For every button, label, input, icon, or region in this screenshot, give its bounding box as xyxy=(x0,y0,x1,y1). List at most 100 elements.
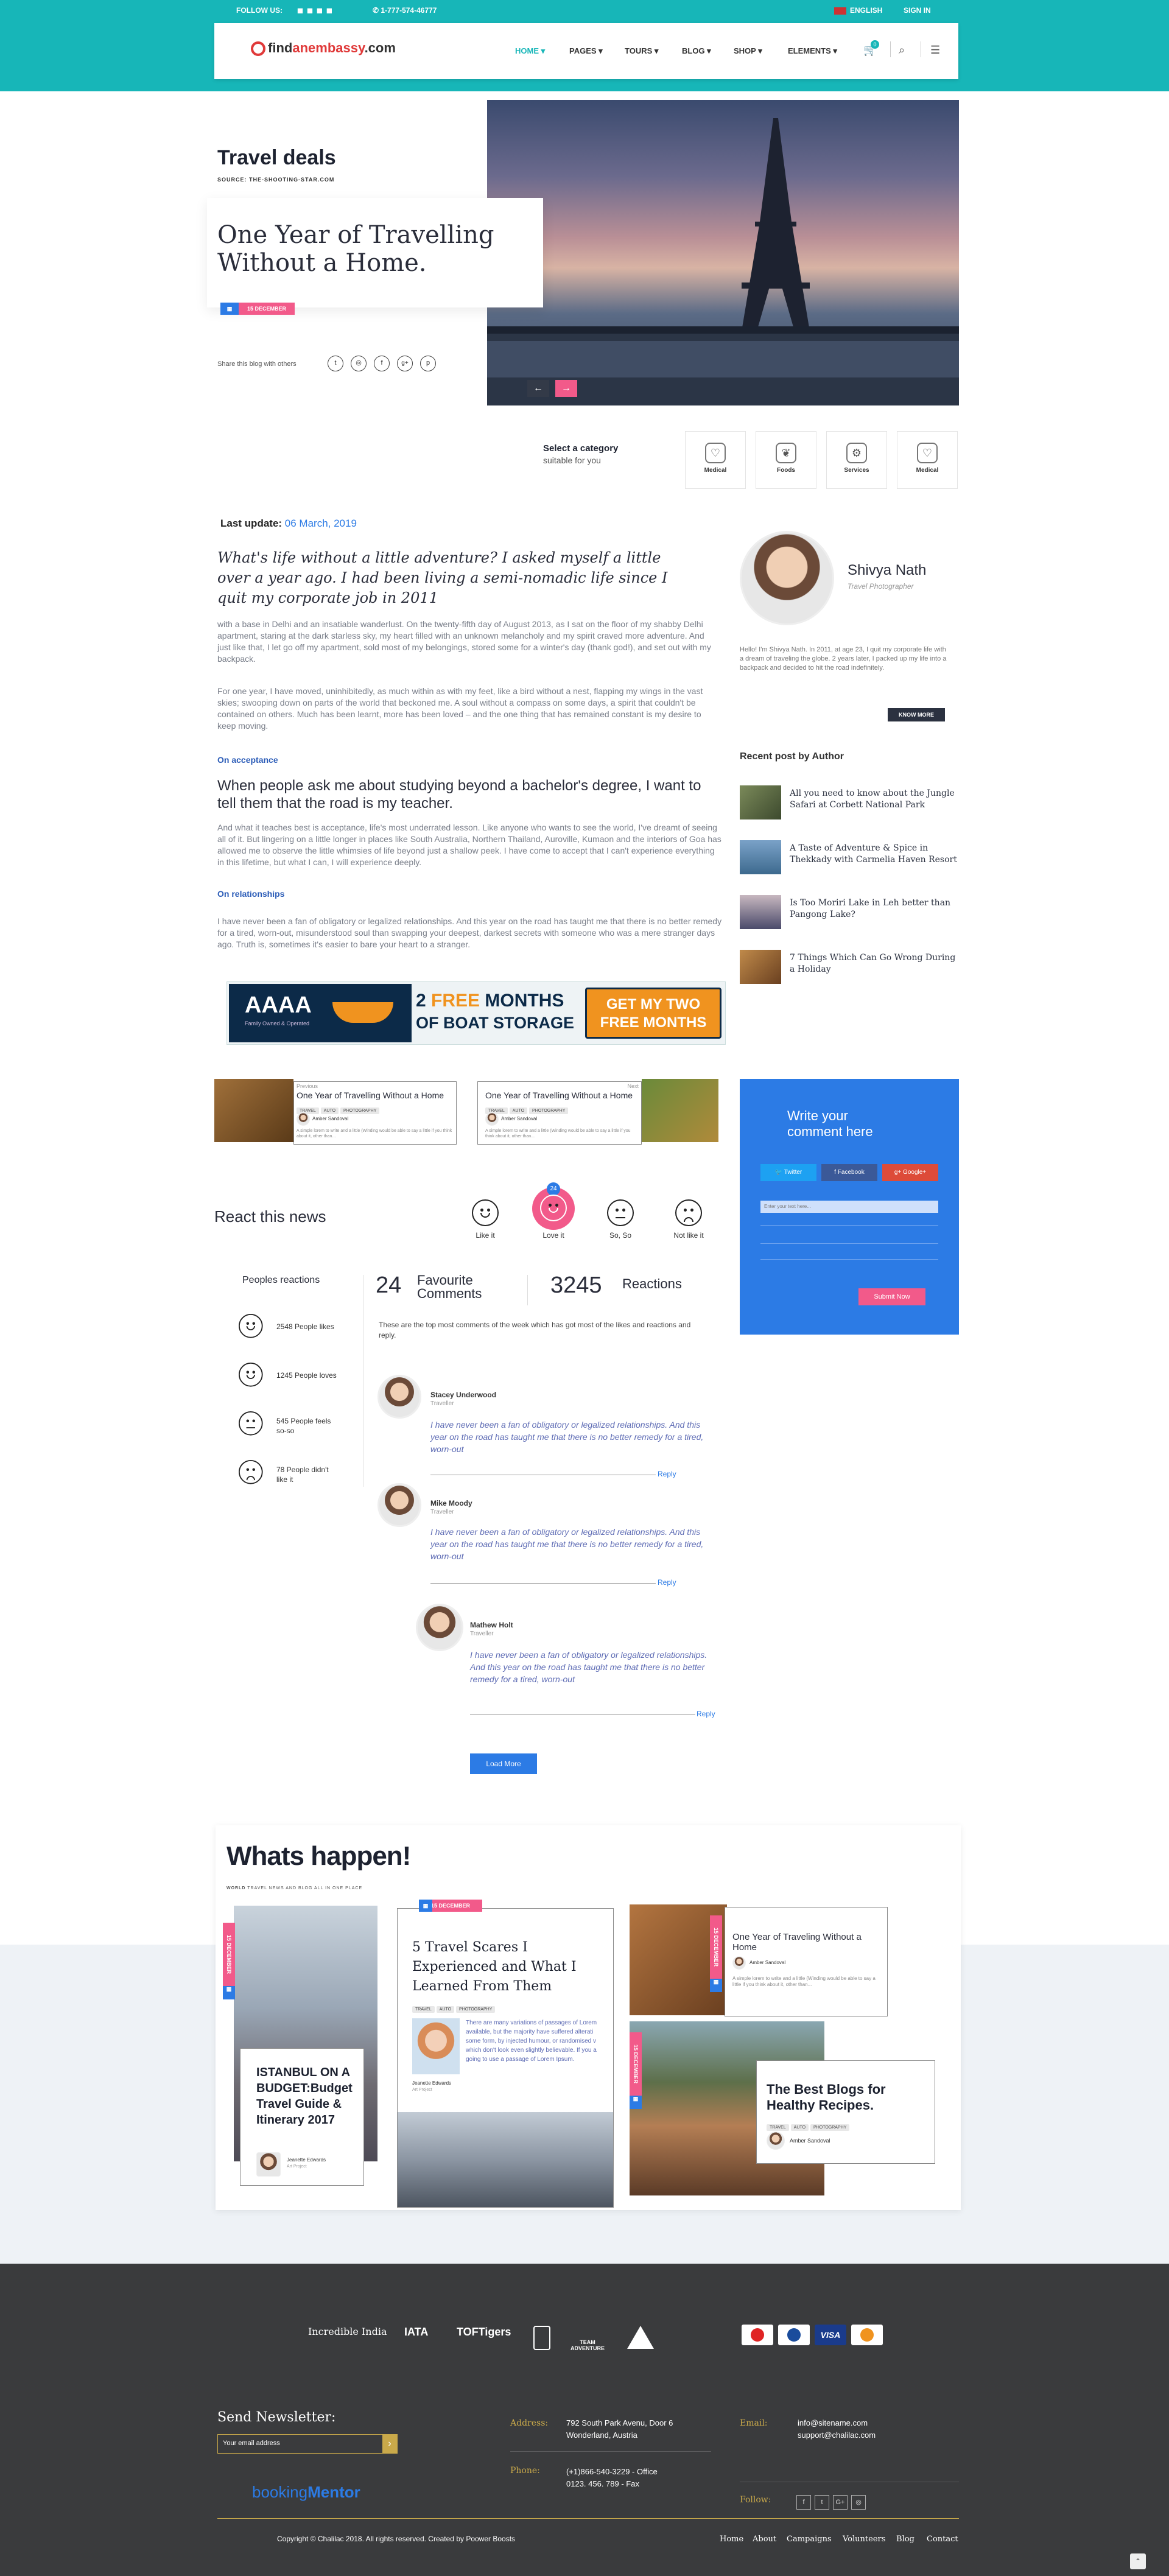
partner-logo-team-adventure[interactable]: TEAM ADVENTURE xyxy=(566,2339,609,2351)
load-more-button[interactable]: Load More xyxy=(470,1753,537,1774)
recent-post-thumb xyxy=(740,895,781,929)
pinterest-icon[interactable]: p xyxy=(420,356,436,371)
language-selector[interactable]: ENGLISH xyxy=(850,6,882,15)
instagram-icon[interactable]: ◎ xyxy=(851,2495,866,2510)
facebook-icon[interactable]: f xyxy=(374,356,390,371)
card-title: 5 Travel Scares I Experienced and What I… xyxy=(412,1940,577,1994)
phone-text[interactable]: ✆ 1-777-574-46777 xyxy=(373,6,437,15)
dribbble-icon[interactable]: ◎ xyxy=(351,356,367,371)
card-author-avatar xyxy=(256,2152,281,2177)
cart-icon[interactable]: 🛒 0 xyxy=(863,40,879,57)
react-not-like[interactable]: Not like it xyxy=(661,1199,716,1240)
ad-line-2: OF BOAT STORAGE xyxy=(416,1014,575,1032)
comment-divider xyxy=(430,1583,656,1584)
recent-post-2[interactable]: A Taste of Adventure & Spice in Thekkady… xyxy=(740,840,959,877)
twitter-icon[interactable]: t xyxy=(328,356,343,371)
related-card-previous[interactable]: Previous One Year of Travelling Without … xyxy=(293,1081,457,1145)
ad-banner[interactable]: AAAA Family Owned & Operated 2 FREE MONT… xyxy=(226,981,726,1045)
travel-scares-card[interactable]: 5 Travel Scares I Experienced and What I… xyxy=(397,1908,614,2208)
card-author-photo xyxy=(412,2018,460,2074)
ad-brand-sub: Family Owned & Operated xyxy=(245,1020,310,1027)
google-plus-icon[interactable]: G+ xyxy=(833,2495,848,2510)
site-logo[interactable]: findanembassy.com xyxy=(251,40,396,57)
footer-link-volunteers[interactable]: Volunteers xyxy=(843,2535,885,2544)
istanbul-card[interactable]: ISTANBUL ON A BUDGET:Budget Travel Guide… xyxy=(240,2048,364,2186)
date-badge: 15 DECEMBER xyxy=(239,303,295,315)
ad-line-1: 2 FREE MONTHS xyxy=(416,991,564,1011)
nav-pages[interactable]: PAGES ▾ xyxy=(569,46,603,56)
reaction-row-not-like xyxy=(239,1460,263,1484)
follow-us-label: FOLLOW US: xyxy=(236,6,283,15)
footer-link-about[interactable]: About xyxy=(753,2535,776,2544)
author-bio: Hello! I'm Shivya Nath. In 2011, at age … xyxy=(740,646,947,672)
partner-logo-triangle[interactable] xyxy=(627,2326,654,2349)
category-medical[interactable]: ♡ Medical xyxy=(685,431,746,489)
nav-blog[interactable]: BLOG ▾ xyxy=(682,46,711,56)
card-author-avatar xyxy=(767,2132,785,2150)
comment-form-title: Write your comment here xyxy=(787,1108,873,1139)
prev-arrow-button[interactable]: ← xyxy=(527,380,549,397)
newsletter-submit-button[interactable]: › xyxy=(382,2435,397,2453)
ad-cta-button[interactable]: GET MY TWO FREE MONTHS xyxy=(585,988,721,1039)
nav-divider xyxy=(890,41,891,57)
email-text-1[interactable]: info@sitename.com xyxy=(798,2417,868,2429)
nav-tours[interactable]: TOURS ▾ xyxy=(625,46,658,56)
facebook-login-button[interactable]: f Facebook xyxy=(821,1164,877,1181)
hamburger-menu-icon[interactable]: ☰ xyxy=(930,44,940,57)
recent-post-3[interactable]: Is Too Moriri Lake in Leh better than Pa… xyxy=(740,895,959,932)
phone-text-1: (+1)866-540-3229 - Office xyxy=(566,2467,658,2476)
social-icons[interactable]: ◼◼◼◼ xyxy=(297,6,336,15)
footer-brand-logo[interactable]: bookingMentor xyxy=(252,2483,360,2502)
partner-logo-toftigers[interactable]: TOFTigers xyxy=(457,2326,511,2339)
related-card-next[interactable]: Next One Year of Travelling Without a Ho… xyxy=(477,1081,642,1145)
category-services[interactable]: ⚙ Services xyxy=(826,431,887,489)
neutral-face-icon xyxy=(607,1199,634,1226)
google-login-button[interactable]: g+ Google+ xyxy=(882,1164,938,1181)
reply-link[interactable]: Reply xyxy=(658,1578,676,1587)
submit-comment-button[interactable]: Submit Now xyxy=(858,1288,925,1305)
recent-post-1[interactable]: All you need to know about the Jungle Sa… xyxy=(740,785,959,822)
footer-link-blog[interactable]: Blog xyxy=(896,2535,914,2544)
author-avatar xyxy=(740,531,834,625)
newsletter-email-input[interactable]: Your email address xyxy=(218,2435,384,2453)
reply-link[interactable]: Reply xyxy=(697,1710,715,1718)
partner-logo-iata[interactable]: IATA xyxy=(404,2326,428,2339)
footer-link-contact[interactable]: Contact xyxy=(927,2535,958,2544)
phone-label: Phone: xyxy=(510,2466,540,2476)
nav-elements[interactable]: ELEMENTS ▾ xyxy=(788,46,837,56)
email-text-2[interactable]: support@chalilac.com xyxy=(798,2429,876,2441)
twitter-login-button[interactable]: 🐦 Twitter xyxy=(760,1164,816,1181)
comment-input[interactable]: Enter your text here... xyxy=(760,1201,938,1213)
eiffel-tower-image xyxy=(487,100,959,405)
back-to-top-button[interactable]: ⌃ xyxy=(1130,2553,1146,2569)
know-more-button[interactable]: KNOW MORE xyxy=(888,708,945,721)
smile-icon xyxy=(239,1314,263,1338)
footer-link-campaigns[interactable]: Campaigns xyxy=(787,2535,832,2544)
reply-link[interactable]: Reply xyxy=(658,1470,676,1478)
category-foods[interactable]: ❦ Foods xyxy=(756,431,816,489)
recent-post-4[interactable]: 7 Things Which Can Go Wrong During a Hol… xyxy=(740,950,959,986)
nav-home[interactable]: HOME ▾ xyxy=(515,46,545,56)
react-love[interactable]: Love it xyxy=(526,1195,581,1240)
partner-logo-badge[interactable] xyxy=(533,2326,550,2350)
react-so-so[interactable]: So, So xyxy=(593,1199,648,1240)
whats-happen-panel: Whats happen! WORLD TRAVEL NEWS AND BLOG… xyxy=(216,1825,961,2210)
facebook-icon[interactable]: f xyxy=(796,2495,811,2510)
search-icon[interactable]: ⌕ xyxy=(899,44,905,57)
comment-author: Mike Moody xyxy=(430,1499,472,1507)
partner-logo-incredible-india[interactable]: Incredible India xyxy=(308,2326,387,2337)
comment-author: Mathew Holt xyxy=(470,1621,513,1629)
horse-card[interactable]: One Year of Traveling Without a Home Amb… xyxy=(725,1907,888,2016)
sign-in-link[interactable]: SIGN IN xyxy=(904,6,931,15)
card-author-role: Art Project xyxy=(412,2088,432,2092)
recipes-card[interactable]: The Best Blogs for Healthy Recipes. TRAV… xyxy=(756,2060,935,2164)
next-arrow-button[interactable]: → xyxy=(555,380,577,397)
hero-category: Travel deals xyxy=(217,146,336,169)
category-medical-2[interactable]: ♡ Medical xyxy=(897,431,958,489)
footer-link-home[interactable]: Home xyxy=(720,2535,743,2544)
google-plus-icon[interactable]: g+ xyxy=(397,356,413,371)
share-label: Share this blog with others xyxy=(217,360,297,368)
react-like[interactable]: Like it xyxy=(458,1199,513,1240)
twitter-icon[interactable]: t xyxy=(815,2495,829,2510)
nav-shop[interactable]: SHOP ▾ xyxy=(734,46,762,56)
